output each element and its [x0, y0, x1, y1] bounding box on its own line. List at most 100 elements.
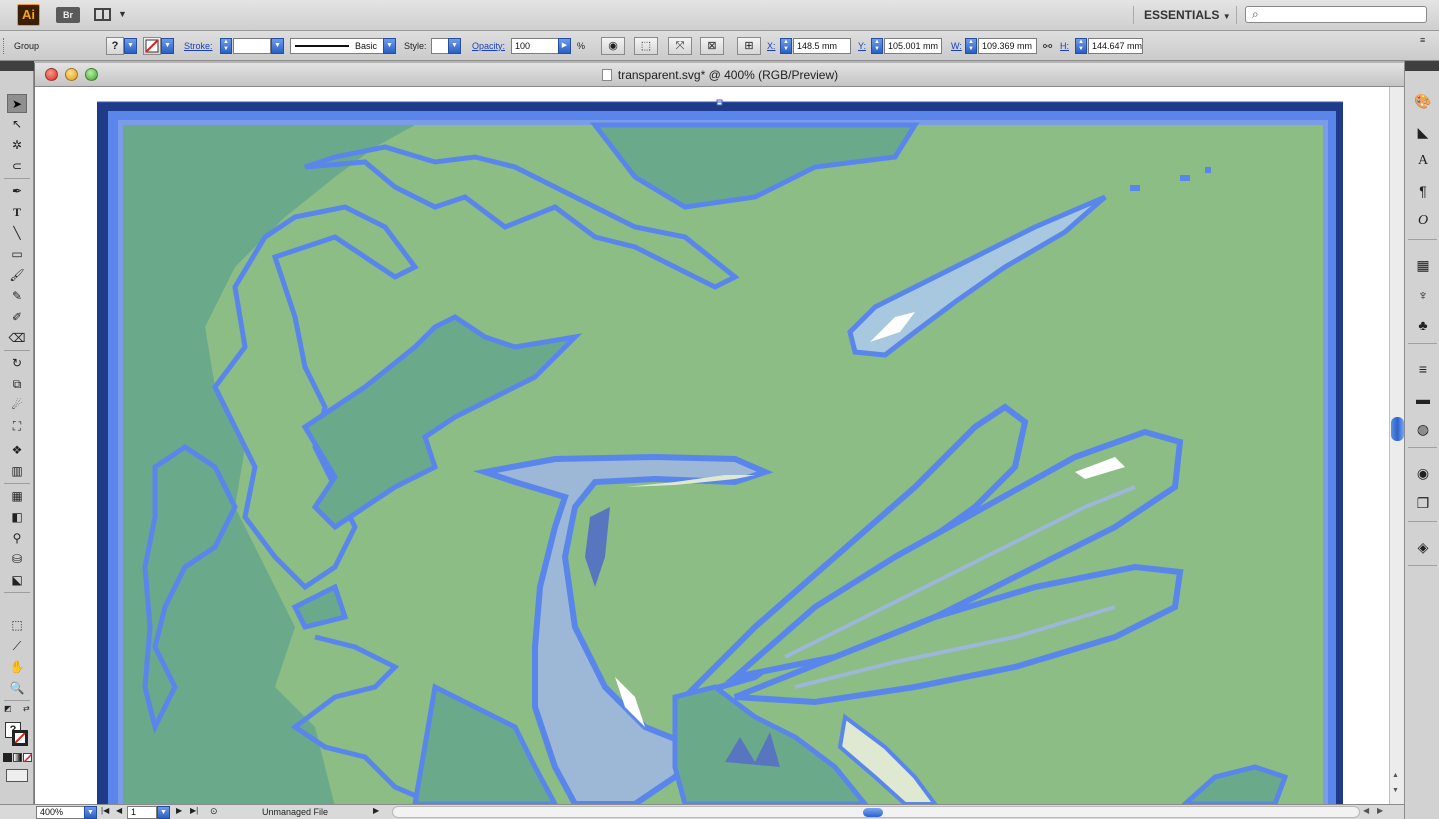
layers-panel-icon[interactable]: ◈: [1413, 537, 1433, 557]
arrange-documents-button[interactable]: ▼: [94, 7, 128, 23]
workspace-switcher[interactable]: ESSENTIALS ▼: [1133, 6, 1237, 24]
opacity-slider-button[interactable]: ▶: [558, 38, 571, 54]
zoom-level-field[interactable]: 400%: [36, 806, 86, 819]
opentype-panel-icon[interactable]: O: [1413, 211, 1433, 231]
slice-tool-icon[interactable]: ⟋: [7, 637, 27, 656]
x-stepper[interactable]: ▲ ▼: [780, 38, 792, 54]
stroke-color-dropdown[interactable]: ▼: [161, 38, 174, 54]
stroke-weight-stepper[interactable]: ▲ ▼: [220, 38, 232, 54]
live-paint-selection-tool-icon[interactable]: ⬕: [7, 571, 27, 590]
zoom-dropdown[interactable]: ▼: [84, 806, 97, 819]
width-stepper[interactable]: ▲ ▼: [965, 38, 977, 54]
line-segment-tool-icon[interactable]: ╲: [7, 224, 27, 243]
transparency-panel-icon[interactable]: ◍: [1413, 419, 1433, 439]
graphic-styles-panel-icon[interactable]: ❐: [1413, 493, 1433, 513]
appearance-panel-icon[interactable]: ◉: [1413, 463, 1433, 483]
vertical-scrollbar[interactable]: ▲ ▼: [1389, 87, 1405, 804]
mesh-tool-icon[interactable]: ▦: [7, 487, 27, 506]
last-artboard-icon[interactable]: ▶|: [190, 806, 198, 815]
opacity-field[interactable]: 100: [511, 38, 559, 54]
width-field[interactable]: 109.369 mm: [978, 38, 1037, 54]
stroke-weight-field[interactable]: [233, 38, 271, 54]
stroke-weight-dropdown[interactable]: ▼: [271, 38, 284, 54]
screen-mode-icon[interactable]: [6, 769, 28, 782]
hand-tool-icon[interactable]: ✋: [7, 658, 27, 677]
default-fill-stroke-icon[interactable]: ◩: [4, 704, 12, 713]
artboard-number-field[interactable]: 1: [127, 806, 157, 819]
type-tool-icon[interactable]: T: [7, 203, 27, 222]
brush-definition-dropdown[interactable]: ▼: [383, 38, 396, 54]
lasso-tool-icon[interactable]: ⊂: [7, 157, 27, 176]
paintbrush-tool-icon[interactable]: 🖌: [7, 266, 27, 285]
gradient-tool-icon[interactable]: ◧: [7, 508, 27, 527]
help-search-input[interactable]: ⌕: [1245, 6, 1427, 23]
zoom-tool-icon[interactable]: 🔍: [7, 679, 27, 698]
y-position-field[interactable]: 105.001 mm: [884, 38, 942, 54]
tools-panel-grip[interactable]: [0, 61, 34, 71]
version-cue-icon[interactable]: ⊙: [210, 806, 218, 817]
stroke-panel-icon[interactable]: ≡: [1413, 359, 1433, 379]
panel-dock-grip[interactable]: [1405, 61, 1439, 71]
isolate-group-button[interactable]: ⤧: [668, 37, 692, 55]
transform-panel-link-h[interactable]: H:: [1060, 41, 1069, 51]
previous-artboard-icon[interactable]: ◀: [116, 806, 122, 815]
graphic-style-swatch[interactable]: [431, 38, 449, 54]
next-artboard-icon[interactable]: ▶: [176, 806, 182, 815]
transparency-panel-link[interactable]: Opacity:: [472, 41, 505, 51]
graphic-style-dropdown[interactable]: ▼: [448, 38, 461, 54]
align-options-button[interactable]: ⊞: [737, 37, 761, 55]
transform-panel-link-w[interactable]: W:: [951, 41, 962, 51]
eyedropper-tool-icon[interactable]: ⚲: [7, 529, 27, 548]
brush-definition-field[interactable]: Basic: [290, 38, 384, 54]
stroke-swatch[interactable]: [12, 730, 28, 746]
constrain-proportions-link-icon[interactable]: ⚯: [1043, 40, 1052, 53]
gradient-panel-icon[interactable]: ◣: [1413, 122, 1433, 142]
fill-color-swatch[interactable]: ?: [106, 37, 124, 55]
live-paint-bucket-tool-icon[interactable]: ⛁: [7, 550, 27, 569]
rotate-tool-icon[interactable]: ↻: [7, 354, 27, 373]
x-position-field[interactable]: 148.5 mm: [793, 38, 851, 54]
gradient-mode-icon[interactable]: [13, 753, 22, 762]
color-mode-icon[interactable]: [3, 753, 12, 762]
scale-tool-icon[interactable]: ⧉: [7, 375, 27, 394]
recolor-artwork-button[interactable]: ◉: [601, 37, 625, 55]
envelope-distort-button[interactable]: ⊠: [700, 37, 724, 55]
magic-wand-tool-icon[interactable]: ✲: [7, 136, 27, 155]
bridge-button[interactable]: Br: [56, 7, 80, 23]
vertical-scroll-thumb[interactable]: [1391, 417, 1404, 441]
swatches-panel-icon[interactable]: ▦: [1413, 255, 1433, 275]
select-similar-button[interactable]: ⬚: [634, 37, 658, 55]
selection-tool-icon[interactable]: ➤: [7, 94, 27, 113]
transform-panel-link-y[interactable]: Y:: [858, 41, 866, 51]
paragraph-panel-icon[interactable]: ¶: [1413, 181, 1433, 201]
symbol-sprayer-tool-icon[interactable]: ❖: [7, 441, 27, 460]
artboard-tool-icon[interactable]: ⬚: [7, 616, 27, 635]
scroll-right-arrow-icon[interactable]: ▶: [1377, 806, 1383, 815]
pen-tool-icon[interactable]: ✒: [7, 182, 27, 201]
fill-dropdown[interactable]: ▼: [124, 38, 137, 54]
scroll-left-arrow-icon[interactable]: ◀: [1363, 806, 1369, 815]
gradient-swatch-icon[interactable]: ▬: [1413, 389, 1433, 409]
symbols-panel-icon[interactable]: ♣: [1413, 315, 1433, 335]
first-artboard-icon[interactable]: |◀: [101, 806, 109, 815]
stroke-color-swatch[interactable]: [143, 37, 161, 55]
fill-stroke-swatches[interactable]: ?: [5, 722, 29, 748]
rectangle-tool-icon[interactable]: ▭: [7, 245, 27, 264]
brushes-panel-icon[interactable]: ♆: [1413, 285, 1433, 305]
direct-selection-tool-icon[interactable]: ↖: [7, 115, 27, 134]
none-mode-icon[interactable]: [23, 753, 32, 762]
artboard-dropdown[interactable]: ▼: [157, 806, 170, 819]
color-guide-icon[interactable]: 🎨: [1413, 91, 1433, 111]
stroke-panel-link[interactable]: Stroke:: [184, 41, 213, 51]
y-stepper[interactable]: ▲ ▼: [871, 38, 883, 54]
horizontal-scroll-thumb[interactable]: [863, 808, 883, 817]
artwork-canvas[interactable]: [35, 87, 1389, 804]
eraser-tool-icon[interactable]: ⌫: [7, 329, 27, 348]
warp-tool-icon[interactable]: ☄: [7, 396, 27, 415]
status-menu-arrow-icon[interactable]: ▶: [373, 806, 379, 815]
blob-brush-tool-icon[interactable]: ✐: [7, 308, 27, 327]
free-transform-tool-icon[interactable]: ⛶: [7, 417, 27, 436]
character-panel-icon[interactable]: A: [1413, 151, 1433, 171]
horizontal-scrollbar[interactable]: [392, 806, 1360, 818]
canvas[interactable]: [35, 87, 1389, 804]
